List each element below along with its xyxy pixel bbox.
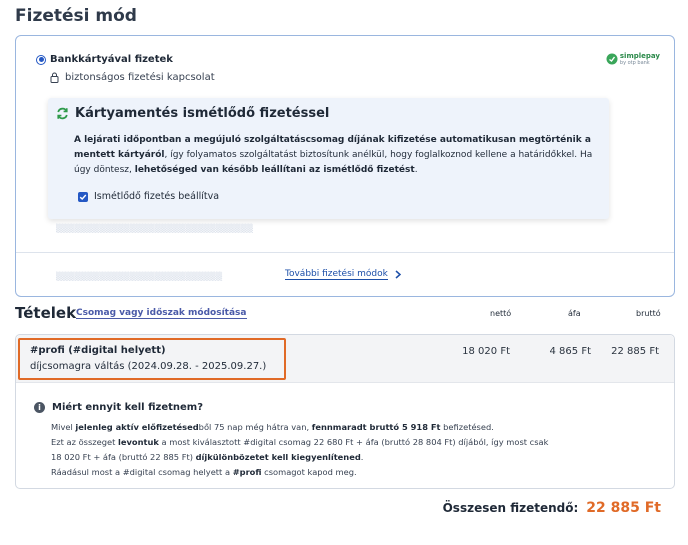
card-payment-option[interactable]: Bankkártyával fizetek <box>36 54 173 65</box>
simplepay-logo: simplepay by otp bank <box>606 52 660 66</box>
total-label: Összesen fizetendő: <box>442 501 579 515</box>
faded-background-text: ▒▒▒▒▒▒▒▒▒▒▒▒▒▒▒▒▒▒▒▒▒▒▒▒▒▒▒▒▒▒▒▒ <box>56 224 253 233</box>
total-row: Összesen fizetendő: 22 885 Ft <box>443 500 661 516</box>
simplepay-sub: by otp bank <box>619 60 650 66</box>
lock-icon <box>50 72 59 83</box>
recurring-payment-card: Kártyamentés ismétlődő fizetéssel A lejá… <box>48 98 609 219</box>
items-table: #profi (#digital helyett) díjcsomagra vá… <box>15 334 675 489</box>
recurring-description: A lejárati időpontban a megújuló szolgál… <box>74 133 594 178</box>
item-vat: 4 865 Ft <box>549 346 591 357</box>
price-explanation: i Miért ennyit kell fizetnem? Mivel jele… <box>34 402 664 480</box>
recurring-checkbox-label: Ismétlődő fizetés beállítva <box>94 191 220 202</box>
secure-connection: biztonságos fizetési kapcsolat <box>50 72 215 83</box>
divider <box>16 252 674 253</box>
recurring-text-bold-3: lehetőséged van később leállítani az ism… <box>134 165 415 175</box>
simplepay-logo-icon <box>606 53 618 65</box>
payment-method-box: Bankkártyával fizetek biztonságos fizeté… <box>15 35 675 297</box>
items-title: Tételek <box>15 304 77 322</box>
chevron-right-icon <box>395 270 401 279</box>
column-gross: bruttó <box>636 309 661 318</box>
secure-connection-label: biztonságos fizetési kapcsolat <box>65 72 215 83</box>
table-row: #profi (#digital helyett) díjcsomagra vá… <box>16 335 674 383</box>
item-description: díjcsomagra váltás (2024.09.28. - 2025.0… <box>30 361 267 372</box>
explanation-title: Miért ennyit kell fizetnem? <box>52 402 204 413</box>
info-icon: i <box>34 402 45 413</box>
total-value: 22 885 Ft <box>586 500 661 516</box>
refresh-icon <box>57 107 68 120</box>
item-net: 18 020 Ft <box>462 346 510 357</box>
column-vat: áfa <box>568 309 581 318</box>
faded-background-text: ▒▒▒▒▒▒▒▒▒▒▒▒▒▒▒▒▒▒▒▒▒▒▒▒▒▒▒ <box>56 272 223 281</box>
column-net: nettó <box>490 309 512 318</box>
explanation-text: Mivel jelenleg aktív előfizetésedből 75 … <box>51 422 549 477</box>
modify-package-link[interactable]: Csomag vagy időszak módosítása <box>76 308 247 319</box>
radio-selected-icon[interactable] <box>36 54 46 65</box>
checkbox-checked-icon[interactable] <box>78 191 88 202</box>
page-title: Fizetési mód <box>15 6 137 26</box>
simplepay-brand: simplepay <box>619 52 660 60</box>
recurring-title: Kártyamentés ismétlődő fizetéssel <box>75 106 330 121</box>
more-payment-methods-link[interactable]: További fizetési módok <box>285 269 401 280</box>
item-name: #profi (#digital helyett) <box>30 345 166 356</box>
more-payment-methods-label: További fizetési módok <box>285 269 388 280</box>
card-payment-label: Bankkártyával fizetek <box>50 54 173 65</box>
recurring-text-4: . <box>414 165 418 175</box>
item-gross: 22 885 Ft <box>611 346 659 357</box>
recurring-checkbox-row[interactable]: Ismétlődő fizetés beállítva <box>78 191 219 202</box>
items-header: Tételek Csomag vagy időszak módosítása n… <box>15 304 675 322</box>
